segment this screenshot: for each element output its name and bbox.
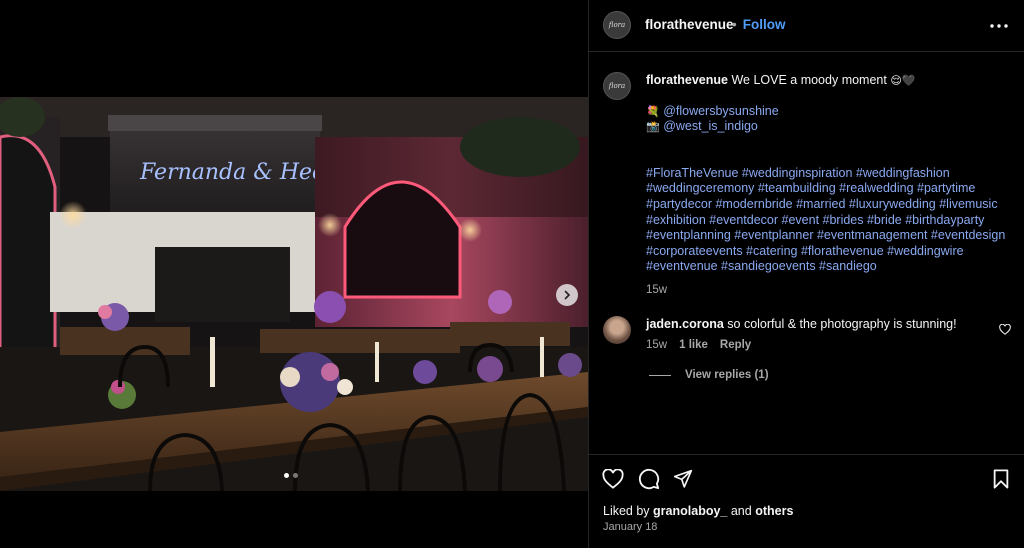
more-options-button[interactable] xyxy=(987,14,1011,38)
post-photo[interactable]: Fernanda & Hector xyxy=(0,97,588,491)
heart-icon xyxy=(602,469,624,489)
carousel-dot-1[interactable] xyxy=(284,473,289,478)
view-replies-button[interactable]: View replies (1) xyxy=(649,369,769,381)
more-options-icon xyxy=(990,24,1008,28)
credit-line-2: 📸 @west_is_indigo xyxy=(646,119,1006,135)
comment-text-line: jaden.corona so colorful & the photograp… xyxy=(646,317,976,331)
replies-divider-line xyxy=(649,374,671,376)
comment-button[interactable] xyxy=(637,467,661,491)
caption-timestamp: 15w xyxy=(646,283,668,296)
save-button[interactable] xyxy=(989,467,1013,491)
liked-by-and: and xyxy=(730,504,752,518)
author-avatar[interactable]: flora xyxy=(603,11,631,39)
comment-time: 15w xyxy=(646,339,668,351)
caption-text: We LOVE a moody moment xyxy=(731,73,887,87)
caption-emoji: 😌🖤 xyxy=(890,74,916,87)
caption-body: florathevenue We LOVE a moody moment 😌🖤 … xyxy=(646,73,1006,299)
mention-photographer[interactable]: @west_is_indigo xyxy=(663,119,758,133)
follow-area: • Follow xyxy=(732,17,785,32)
caption-username[interactable]: florathevenue xyxy=(646,73,728,87)
comment-text: so colorful & the photography is stunnin… xyxy=(727,317,957,331)
follow-button[interactable]: Follow xyxy=(743,17,786,32)
comment-like-button[interactable] xyxy=(999,322,1011,340)
chevron-right-icon xyxy=(564,290,571,300)
camera-icon: 📸 xyxy=(646,120,660,134)
carousel-dots xyxy=(284,473,298,478)
share-icon xyxy=(673,469,693,488)
liked-by-prefix: Liked by xyxy=(603,504,650,518)
author-username[interactable]: florathevenue xyxy=(645,17,734,32)
liked-by-others[interactable]: others xyxy=(755,504,793,518)
venue-photo-illustration: Fernanda & Hector xyxy=(0,97,588,491)
post-media: Fernanda & Hector xyxy=(0,0,588,548)
post-actions: Liked by granolaboy_ and others January … xyxy=(589,454,1024,548)
comment-icon xyxy=(638,468,660,490)
heart-icon xyxy=(999,323,1011,335)
post-side-panel: flora florathevenue • Follow flora flora… xyxy=(588,0,1024,548)
comment-reply-button[interactable]: Reply xyxy=(720,339,751,351)
caption-hashtags[interactable]: #FloraTheVenue #weddinginspiration #wedd… xyxy=(646,166,1006,275)
share-button[interactable] xyxy=(671,467,695,491)
comment-meta: 15w 1 like Reply xyxy=(646,339,751,351)
post-date[interactable]: January 18 xyxy=(603,521,657,533)
credit-line-1: 💐 @flowersbysunshine xyxy=(646,104,1006,120)
bookmark-icon xyxy=(993,469,1009,489)
post-header: flora florathevenue • Follow xyxy=(589,0,1024,52)
view-replies-label: View replies (1) xyxy=(685,369,769,381)
caption-author-avatar[interactable]: flora xyxy=(603,72,631,100)
avatar-text: flora xyxy=(608,82,626,90)
mention-flowers[interactable]: @flowersbysunshine xyxy=(663,104,779,118)
carousel-next-button[interactable] xyxy=(556,284,578,306)
comment-likes[interactable]: 1 like xyxy=(679,339,708,351)
avatar-text: flora xyxy=(608,21,626,29)
commenter-username[interactable]: jaden.corona xyxy=(646,317,724,331)
commenter-avatar[interactable] xyxy=(603,316,631,344)
separator-bullet: • xyxy=(732,17,737,32)
caption-credits: 💐 @flowersbysunshine 📸 @west_is_indigo xyxy=(646,104,1006,135)
liked-by-line: Liked by granolaboy_ and others xyxy=(603,504,793,518)
bouquet-icon: 💐 xyxy=(646,104,660,118)
liked-by-user[interactable]: granolaboy_ xyxy=(653,504,727,518)
like-button[interactable] xyxy=(601,467,625,491)
carousel-dot-2[interactable] xyxy=(293,473,298,478)
caption-first-line: florathevenue We LOVE a moody moment 😌🖤 xyxy=(646,73,1006,89)
